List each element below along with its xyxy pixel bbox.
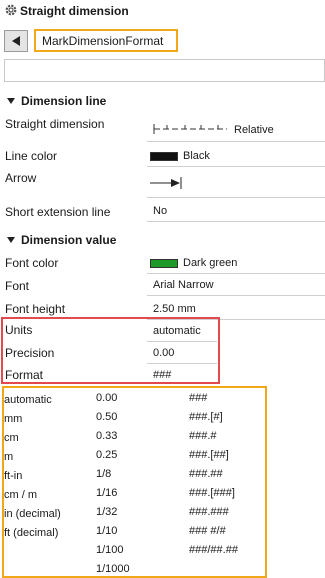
units-option: automatic <box>4 394 52 406</box>
units-option: cm / m <box>4 489 37 501</box>
precision-option: 1/1000 <box>96 563 130 575</box>
format-option: ###.[#] <box>189 411 223 423</box>
format-name-field[interactable]: MarkDimensionFormat <box>34 29 178 52</box>
precision-option: 1/100 <box>96 544 124 556</box>
format-option: ###.[###] <box>189 487 235 499</box>
font-color-text: Dark green <box>183 257 238 269</box>
color-swatch-black <box>150 152 178 161</box>
font-text: Arial Narrow <box>153 279 214 291</box>
format-option: ###.[##] <box>189 449 229 461</box>
short-extension-line-label: Short extension line <box>5 205 111 219</box>
arrow-label: Arrow <box>5 171 37 185</box>
line-color-text: Black <box>183 150 210 162</box>
font-height-label: Font height <box>5 302 66 316</box>
straight-dimension-label: Straight dimension <box>5 117 105 131</box>
panel-title: Straight dimension <box>20 4 129 18</box>
precision-option: 0.00 <box>96 392 118 404</box>
font-color-value[interactable]: Dark green <box>147 255 325 274</box>
straight-dimension-value[interactable]: Relative <box>147 118 325 142</box>
units-option: m <box>4 451 14 463</box>
format-option: ###/##.## <box>189 544 238 556</box>
collapse-triangle-icon <box>7 237 15 243</box>
arrow-style-icon <box>150 177 182 189</box>
dimension-style-icon <box>153 124 227 134</box>
description-field[interactable] <box>4 59 325 82</box>
units-option: ft (decimal) <box>4 527 59 539</box>
format-option: ###.### <box>189 506 229 518</box>
precision-option: 1/10 <box>96 525 118 537</box>
precision-option: 1/16 <box>96 487 118 499</box>
units-option: in (decimal) <box>4 508 61 520</box>
short-extension-line-value[interactable]: No <box>147 203 325 222</box>
units-option: mm <box>4 413 23 425</box>
font-label: Font <box>5 279 30 293</box>
section-dimension-value-label: Dimension value <box>21 233 117 247</box>
font-height-text: 2.50 mm <box>153 303 196 315</box>
units-option: cm <box>4 432 19 444</box>
arrow-value[interactable] <box>147 170 325 198</box>
short-extension-line-text: No <box>153 205 168 217</box>
straight-dimension-text: Relative <box>234 124 274 136</box>
units-option: ft-in <box>4 470 23 482</box>
font-value[interactable]: Arial Narrow <box>147 277 325 296</box>
units-precision-format-highlight <box>1 317 220 384</box>
precision-option: 0.25 <box>96 449 118 461</box>
section-dimension-value[interactable]: Dimension value <box>7 233 116 247</box>
line-color-label: Line color <box>5 149 58 163</box>
section-dimension-line-label: Dimension line <box>21 94 107 108</box>
section-dimension-line[interactable]: Dimension line <box>7 94 106 108</box>
precision-option: 0.50 <box>96 411 118 423</box>
format-option: ### #/# <box>189 525 226 537</box>
back-button[interactable] <box>4 30 28 52</box>
collapse-triangle-icon <box>7 98 15 104</box>
panel-title-bar: Straight dimension <box>0 0 325 22</box>
precision-option: 0.33 <box>96 430 118 442</box>
font-color-label: Font color <box>5 256 59 270</box>
color-swatch-dark-green <box>150 259 178 268</box>
format-option: ###.# <box>189 430 217 442</box>
format-option: ###.## <box>189 468 223 480</box>
precision-option: 1/32 <box>96 506 118 518</box>
line-color-value[interactable]: Black <box>147 148 325 167</box>
precision-option: 1/8 <box>96 468 112 480</box>
gear-icon <box>5 4 17 16</box>
triangle-left-icon <box>12 36 20 46</box>
format-name-value: MarkDimensionFormat <box>42 34 164 48</box>
format-option: ### <box>189 392 208 404</box>
